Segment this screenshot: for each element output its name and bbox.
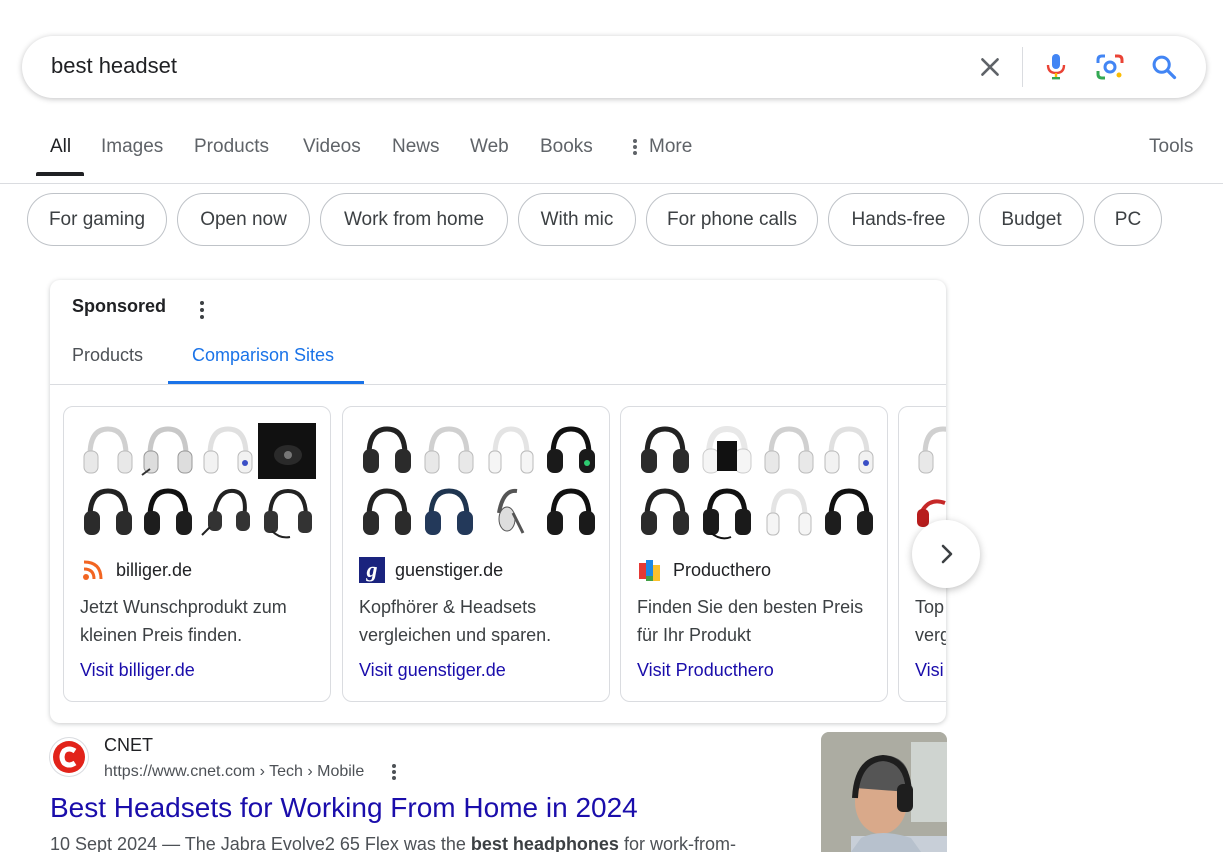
tab-videos[interactable]: Videos (303, 136, 361, 158)
headset-image (825, 488, 873, 535)
advertiser-name: Producthero (673, 559, 772, 580)
headset-image (641, 426, 689, 473)
result-site-name[interactable]: CNET (104, 735, 153, 756)
advertiser: billiger.de (80, 557, 192, 583)
carousel-next-button[interactable] (912, 520, 980, 588)
chevron-right-icon (941, 544, 953, 564)
advertiser: g guenstiger.de (359, 557, 503, 583)
product-image-grid (80, 421, 320, 543)
result-title-link[interactable]: Best Headsets for Working From Home in 2… (50, 792, 638, 824)
microphone-icon[interactable] (1043, 52, 1069, 82)
headset-image (363, 426, 411, 473)
result-snippet: 10 Sept 2024 — The Jabra Evolve2 65 Flex… (50, 834, 736, 852)
tab-images[interactable]: Images (101, 136, 163, 158)
headset-image (203, 426, 253, 474)
visit-link[interactable]: Visit guenstiger.de (359, 660, 506, 681)
advertiser: Producthero (637, 557, 771, 583)
headset-image (824, 426, 874, 474)
tools-button[interactable]: Tools (1149, 136, 1193, 158)
headset-image (641, 488, 689, 535)
advertiser-description: Jetzt Wunschprodukt zum kleinen Preis fi… (80, 597, 287, 645)
advertiser-name: guenstiger.de (395, 559, 504, 580)
headset-image (547, 426, 595, 473)
snippet-highlight: best headphones (470, 834, 619, 852)
cnet-favicon (50, 738, 88, 776)
tab-books[interactable]: Books (540, 136, 593, 158)
search-icon[interactable] (1150, 53, 1178, 81)
headset-image (918, 426, 946, 474)
headset-image (141, 426, 193, 476)
more-vert-icon (633, 137, 637, 157)
person-with-headphones-image (821, 732, 947, 852)
advertiser-description: Finden Sie den besten Preis für Ihr Prod… (637, 597, 864, 645)
g-logo-icon: g (359, 557, 385, 583)
product-image-grid (359, 421, 599, 543)
snippet-text: for work-from- (618, 834, 736, 852)
chip-open-now[interactable]: Open now (177, 193, 310, 246)
comparison-card-billiger[interactable]: billiger.de Jetzt Wunschprodukt zum klei… (63, 406, 331, 702)
more-vert-icon[interactable] (198, 299, 206, 321)
sponsored-panel: Sponsored Products Comparison Sites bill… (50, 280, 946, 723)
headset-image (258, 423, 316, 479)
headset-image (488, 426, 534, 474)
more-vert-icon[interactable] (390, 763, 398, 783)
tab-all[interactable]: All (50, 136, 71, 158)
advertiser-description: Kopfhörer & Headsets vergleichen und spa… (359, 597, 552, 645)
producthero-logo-icon (639, 560, 660, 581)
result-thumbnail[interactable] (821, 732, 947, 852)
headset-image (702, 425, 752, 474)
tab-comparison-sites[interactable]: Comparison Sites (192, 345, 334, 366)
product-image-grid (637, 421, 877, 543)
active-tab-indicator (36, 172, 84, 176)
headset-image (264, 488, 312, 539)
comparison-card-producthero[interactable]: Producthero Finden Sie den besten Preis … (620, 406, 888, 702)
visit-link[interactable]: Visi (915, 660, 944, 681)
headset-image (766, 488, 812, 536)
search-bar[interactable]: best headset (22, 36, 1206, 98)
chip-hands-free[interactable]: Hands-free (828, 193, 969, 246)
headset-image (424, 426, 474, 474)
headset-image (425, 488, 473, 535)
result-url[interactable]: https://www.cnet.com › Tech › Mobile (104, 763, 364, 781)
visit-link[interactable]: Visit Producthero (637, 660, 774, 681)
tab-products[interactable]: Products (194, 136, 269, 158)
divider (50, 384, 946, 385)
chip-with-mic[interactable]: With mic (518, 193, 636, 246)
headset-image (201, 488, 250, 536)
headset-image (764, 426, 814, 474)
tab-news[interactable]: News (392, 136, 440, 158)
advertiser-name: billiger.de (116, 559, 193, 580)
tab-web[interactable]: Web (470, 136, 509, 158)
chip-work-from-home[interactable]: Work from home (320, 193, 508, 246)
chip-for-gaming[interactable]: For gaming (27, 193, 167, 246)
tab-more-label: More (649, 136, 693, 157)
search-tabs: All Images Products Videos News Web Book… (0, 120, 1223, 184)
headset-image (84, 488, 132, 535)
svg-text:g: g (366, 557, 378, 582)
search-divider (1022, 47, 1023, 87)
headset-image (703, 488, 751, 540)
chip-budget[interactable]: Budget (979, 193, 1084, 246)
headset-image (83, 426, 133, 474)
sponsored-label: Sponsored (72, 296, 167, 316)
advertiser-description: Top verg (915, 597, 946, 645)
snippet-text: 10 Sept 2024 — The Jabra Evolve2 65 Flex… (50, 834, 471, 852)
headset-image (547, 488, 595, 535)
visit-link[interactable]: Visit billiger.de (80, 660, 195, 681)
headset-image (144, 488, 192, 535)
rss-orange-icon (83, 560, 103, 580)
tab-more[interactable]: More (633, 136, 692, 158)
close-icon[interactable] (977, 54, 1003, 80)
comparison-card-guenstiger[interactable]: g guenstiger.de Kopfhörer & Headsets ver… (342, 406, 610, 702)
chip-for-phone-calls[interactable]: For phone calls (646, 193, 818, 246)
headset-image (363, 488, 411, 535)
tab-products[interactable]: Products (72, 345, 143, 366)
search-input[interactable]: best headset (51, 53, 177, 79)
google-lens-icon[interactable] (1095, 53, 1125, 81)
cnet-logo-icon (53, 741, 85, 773)
headset-image (497, 488, 525, 534)
chip-pc[interactable]: PC (1094, 193, 1162, 246)
